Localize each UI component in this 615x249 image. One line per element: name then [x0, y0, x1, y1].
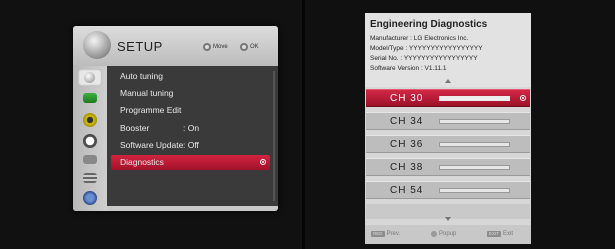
popup-label: Popup: [439, 231, 457, 237]
picture-icon[interactable]: [83, 93, 97, 103]
channel-row-54[interactable]: CH 54: [366, 181, 530, 199]
dpad-icon: [203, 43, 211, 51]
menu-scrollbar[interactable]: [273, 71, 275, 201]
category-sidebar: [73, 66, 107, 211]
sidebar-item-setup[interactable]: [78, 69, 102, 86]
move-hint-label: Move: [213, 44, 228, 50]
menu-item-booster[interactable]: Booster : On: [107, 121, 270, 136]
menu-item-label: Software Update: [120, 140, 184, 150]
channel-row-36[interactable]: CH 36: [366, 135, 530, 153]
signal-bar: [439, 188, 510, 193]
setup-item-list: Auto tuning Manual tuning Programme Edit…: [107, 66, 278, 206]
menu-item-label: Diagnostics: [120, 157, 164, 167]
menu-item-label: Programme Edit: [120, 105, 182, 115]
menu-item-auto-tuning[interactable]: Auto tuning: [107, 69, 270, 84]
menu-item-value: : On: [183, 123, 200, 133]
scroll-down-icon[interactable]: [445, 217, 451, 221]
software-version-info: Software Version : V1.11.1: [370, 65, 447, 72]
menu-item-programme-edit[interactable]: Programme Edit: [107, 103, 270, 118]
channel-label: CH 36: [390, 139, 424, 150]
channel-row-30[interactable]: CH 30: [366, 89, 530, 107]
popup-button[interactable]: Popup: [431, 231, 456, 237]
satellite-dish-icon: [83, 31, 111, 59]
signal-bar: [439, 119, 510, 124]
diagnostics-header: Engineering Diagnostics Manufacturer : L…: [365, 13, 531, 87]
ok-hint-label: OK: [250, 44, 259, 50]
selected-indicator-icon: [520, 95, 526, 101]
ok-button-icon: [240, 43, 248, 51]
signal-bar: [439, 142, 510, 147]
channel-label: CH 54: [390, 185, 424, 196]
setup-header: SETUP Move OK: [73, 26, 278, 66]
prev-button[interactable]: RED Prev.: [371, 231, 400, 237]
serial-info: Serial No. : YYYYYYYYYYYYYYYYY: [370, 55, 478, 62]
channel-row-34[interactable]: CH 34: [366, 112, 530, 130]
satellite-dish-icon: [84, 72, 95, 83]
clock-icon[interactable]: [83, 134, 97, 148]
signal-bar: [439, 96, 510, 101]
manufacturer-info: Manufacturer : LG Electronics Inc.: [370, 35, 469, 42]
channel-label: CH 38: [390, 162, 424, 173]
channel-label: CH 34: [390, 116, 424, 127]
prev-label: Prev.: [386, 231, 401, 237]
move-hint: Move: [203, 43, 228, 51]
audio-icon[interactable]: [83, 113, 97, 127]
ok-button-icon: [431, 231, 437, 237]
model-info: Model/Type : YYYYYYYYYYYYYYYYY: [370, 45, 483, 52]
setup-menu: SETUP Move OK Auto tuning Manual tuning …: [73, 26, 278, 211]
usb-icon[interactable]: [83, 191, 97, 205]
exit-key-icon: EXIT: [487, 231, 502, 237]
menu-item-diagnostics[interactable]: Diagnostics: [111, 155, 270, 170]
menu-item-value: : Off: [183, 140, 199, 150]
menu-item-label: Auto tuning: [120, 71, 164, 81]
diagnostics-panel: Engineering Diagnostics Manufacturer : L…: [365, 13, 531, 244]
image-divider: [302, 0, 305, 249]
signal-bar: [439, 165, 510, 170]
menu-item-manual-tuning[interactable]: Manual tuning: [107, 86, 270, 101]
diagnostics-footer: RED Prev. Popup EXIT Exit: [365, 225, 531, 244]
channel-label: CH 30: [390, 93, 424, 104]
red-key-icon: RED: [371, 231, 385, 237]
setup-title: SETUP: [117, 39, 163, 54]
exit-label: Exit: [503, 231, 514, 237]
menu-item-label: Manual tuning: [120, 88, 174, 98]
diagnostics-title: Engineering Diagnostics: [370, 19, 488, 30]
lock-icon[interactable]: [83, 155, 97, 164]
ok-hint: OK: [240, 43, 259, 51]
scroll-up-icon[interactable]: [445, 79, 451, 83]
menu-item-software-update[interactable]: Software Update : Off: [107, 138, 270, 153]
menu-item-label: Booster: [120, 123, 150, 133]
exit-button[interactable]: EXIT Exit: [487, 231, 513, 237]
selected-indicator-icon: [260, 159, 266, 165]
channel-row-38[interactable]: CH 38: [366, 158, 530, 176]
option-icon[interactable]: [83, 173, 97, 183]
